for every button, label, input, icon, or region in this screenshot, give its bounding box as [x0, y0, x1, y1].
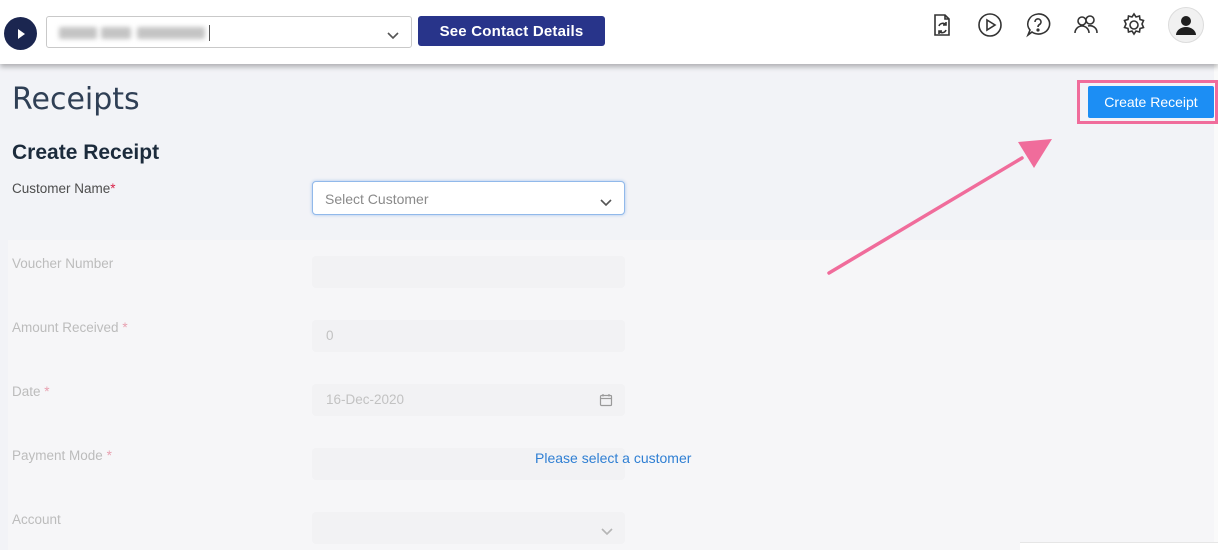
- see-contact-details-button[interactable]: See Contact Details: [418, 16, 605, 46]
- label-text: Customer Name: [12, 181, 111, 196]
- account-select[interactable]: [312, 512, 625, 544]
- select-customer-message[interactable]: Please select a customer: [535, 450, 691, 466]
- top-bar: See Contact Details: [0, 0, 1218, 64]
- required-mark: *: [122, 320, 128, 335]
- gear-icon[interactable]: [1119, 10, 1149, 40]
- chevron-down-icon: [387, 26, 399, 45]
- label-text: Payment Mode: [12, 448, 103, 463]
- required-mark: *: [106, 448, 112, 463]
- voucher-number-label: Voucher Number: [12, 256, 114, 271]
- required-mark: *: [110, 181, 116, 196]
- customer-select[interactable]: Select Customer: [312, 181, 625, 215]
- required-mark: *: [44, 384, 50, 399]
- scroll-edge: [1214, 64, 1218, 550]
- play-icon[interactable]: [4, 17, 37, 50]
- section-title: Create Receipt: [12, 141, 160, 164]
- account-label: Account: [12, 512, 61, 527]
- amount-value: 0: [326, 328, 334, 343]
- label-text: Amount Received: [12, 320, 119, 335]
- sync-document-icon[interactable]: [927, 10, 957, 40]
- voucher-number-input[interactable]: [312, 256, 625, 288]
- date-value: 16-Dec-2020: [326, 392, 405, 407]
- customer-select-placeholder: Select Customer: [325, 191, 429, 207]
- page-title: Receipts: [12, 82, 140, 117]
- amount-received-label: Amount Received *: [12, 320, 128, 335]
- help-chat-icon[interactable]: [1023, 10, 1053, 40]
- user-avatar-icon[interactable]: [1168, 7, 1204, 43]
- redacted-text: [101, 27, 131, 39]
- chevron-down-icon: [601, 522, 613, 541]
- calendar-icon[interactable]: [599, 392, 613, 411]
- bottom-panel-edge: [1020, 542, 1218, 550]
- chevron-down-icon: [600, 193, 612, 212]
- create-receipt-button[interactable]: Create Receipt: [1088, 86, 1214, 118]
- text-cursor: [209, 25, 210, 41]
- redacted-text: [137, 27, 205, 39]
- redacted-text: [59, 27, 97, 39]
- date-label: Date *: [12, 384, 50, 399]
- users-icon[interactable]: [1071, 10, 1101, 40]
- label-text: Date: [12, 384, 41, 399]
- date-input[interactable]: 16-Dec-2020: [312, 384, 625, 416]
- payment-mode-label: Payment Mode *: [12, 448, 112, 463]
- play-circle-icon[interactable]: [975, 10, 1005, 40]
- company-select[interactable]: [46, 16, 412, 48]
- customer-name-label: Customer Name*: [12, 181, 116, 196]
- amount-received-input[interactable]: 0: [312, 320, 625, 352]
